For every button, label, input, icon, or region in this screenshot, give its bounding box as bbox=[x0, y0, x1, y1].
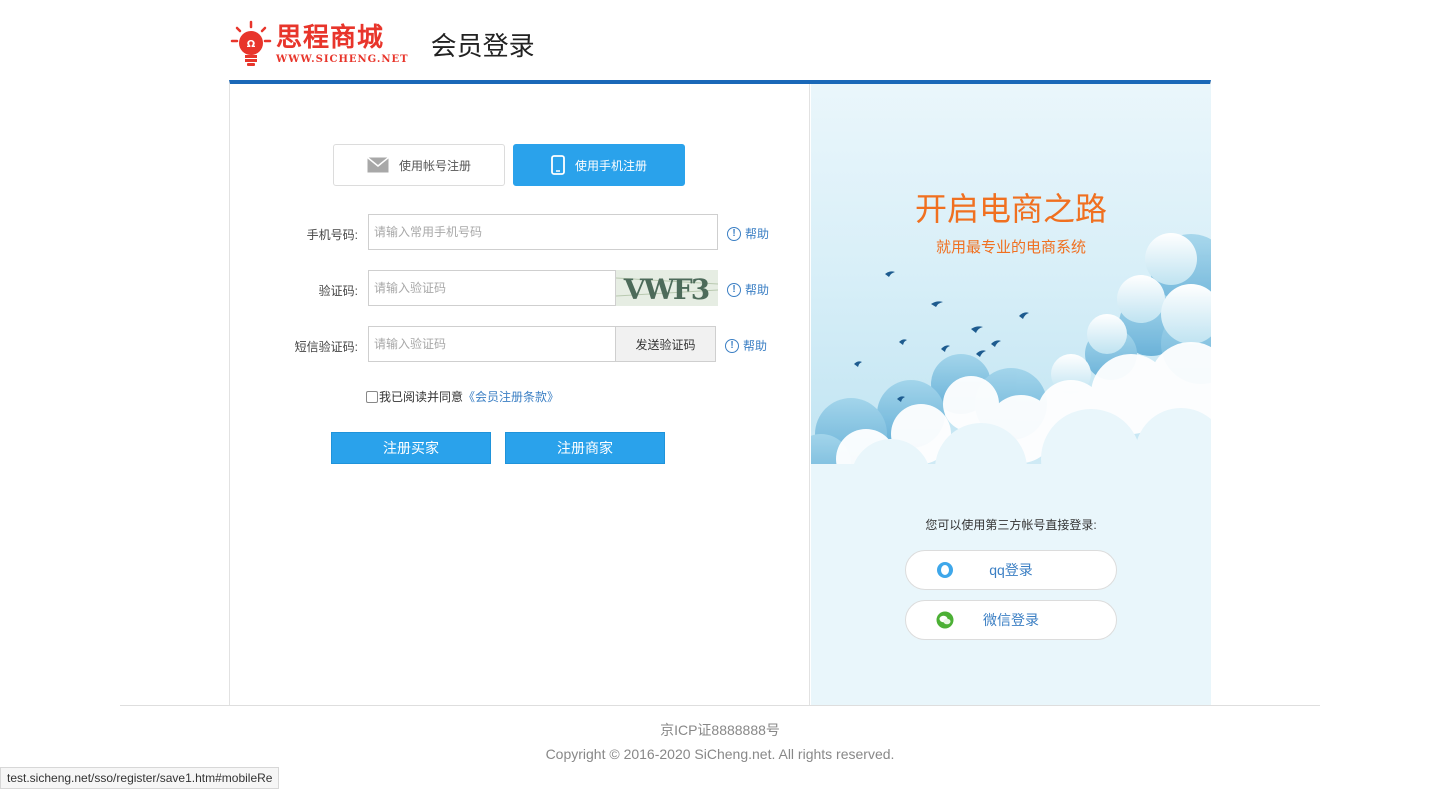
agreement-row: 我已阅读并同意 《会员注册条款》 bbox=[366, 388, 559, 405]
third-party-hint: 您可以使用第三方帐号直接登录: bbox=[925, 518, 1097, 532]
page-title: 会员登录 bbox=[430, 31, 535, 62]
icp-license: 京ICP证8888888号 bbox=[660, 722, 780, 738]
sms-code-input[interactable] bbox=[368, 326, 616, 362]
wechat-login-button[interactable]: 微信登录 bbox=[905, 600, 1117, 640]
promo-slogan: 开启电商之路 bbox=[914, 190, 1107, 228]
register-form-area: 使用帐号注册 使用手机注册 手机号码: ! 帮助 验证码: VWF3 bbox=[230, 84, 810, 705]
info-icon: ! bbox=[727, 226, 741, 241]
envelope-icon bbox=[367, 157, 389, 173]
mobile-phone-icon bbox=[551, 155, 565, 175]
svg-text:Ω: Ω bbox=[247, 39, 256, 50]
qq-login-label: qq登录 bbox=[989, 562, 1033, 578]
copyright-text: Copyright © 2016-2020 SiCheng.net. All r… bbox=[545, 746, 895, 762]
member-terms-link[interactable]: 《会员注册条款》 bbox=[463, 388, 559, 405]
info-icon: ! bbox=[727, 282, 741, 297]
wechat-login-label: 微信登录 bbox=[983, 612, 1039, 628]
promo-subtitle: 就用最专业的电商系统 bbox=[935, 239, 1086, 256]
phone-help-link[interactable]: ! 帮助 bbox=[727, 225, 769, 242]
lightbulb-logo-icon: Ω bbox=[230, 20, 272, 68]
tab-phone-label: 使用手机注册 bbox=[574, 158, 647, 173]
captcha-help-link[interactable]: ! 帮助 bbox=[727, 281, 769, 298]
sms-code-label: 短信验证码: bbox=[294, 340, 358, 354]
captcha-input[interactable] bbox=[368, 270, 616, 306]
captcha-image[interactable]: VWF3 bbox=[616, 270, 718, 306]
promo-area: 开启电商之路 就用最专业的电商系统 您可以使用第三方帐号直接登录: qq登录 微… bbox=[811, 84, 1211, 705]
agreement-checkbox[interactable] bbox=[366, 390, 378, 403]
register-buyer-button[interactable]: 注册买家 bbox=[331, 432, 491, 464]
sms-help-link[interactable]: ! 帮助 bbox=[725, 337, 767, 354]
header: Ω 思程商城 WWW.SICHENG.NET 会员登录 bbox=[230, 18, 535, 70]
logo-english-text: WWW.SICHENG.NET bbox=[276, 53, 409, 65]
sms-help-text: 帮助 bbox=[743, 339, 768, 353]
captcha-text: VWF3 bbox=[623, 273, 709, 306]
phone-label: 手机号码: bbox=[306, 228, 358, 242]
logo-chinese-text: 思程商城 bbox=[276, 22, 385, 53]
browser-status-url: test.sicheng.net/sso/register/save1.htm#… bbox=[0, 767, 280, 789]
captcha-help-text: 帮助 bbox=[745, 283, 770, 297]
tab-phone-register[interactable]: 使用手机注册 bbox=[513, 144, 685, 186]
qq-login-button[interactable]: qq登录 bbox=[905, 550, 1117, 590]
send-sms-code-button[interactable]: 发送验证码 bbox=[615, 326, 716, 362]
register-seller-button[interactable]: 注册商家 bbox=[505, 432, 665, 464]
info-icon: ! bbox=[725, 338, 739, 353]
tab-account-label: 使用帐号注册 bbox=[398, 158, 471, 173]
agreement-text: 我已阅读并同意 bbox=[379, 390, 464, 404]
tab-account-register[interactable]: 使用帐号注册 bbox=[333, 144, 505, 186]
phone-input[interactable] bbox=[368, 214, 718, 250]
phone-help-text: 帮助 bbox=[745, 227, 770, 241]
register-panel: 使用帐号注册 使用手机注册 手机号码: ! 帮助 验证码: VWF3 bbox=[229, 80, 1211, 705]
site-logo[interactable]: Ω 思程商城 WWW.SICHENG.NET bbox=[230, 20, 409, 68]
captcha-label: 验证码: bbox=[318, 284, 358, 298]
footer-divider bbox=[120, 705, 1320, 706]
